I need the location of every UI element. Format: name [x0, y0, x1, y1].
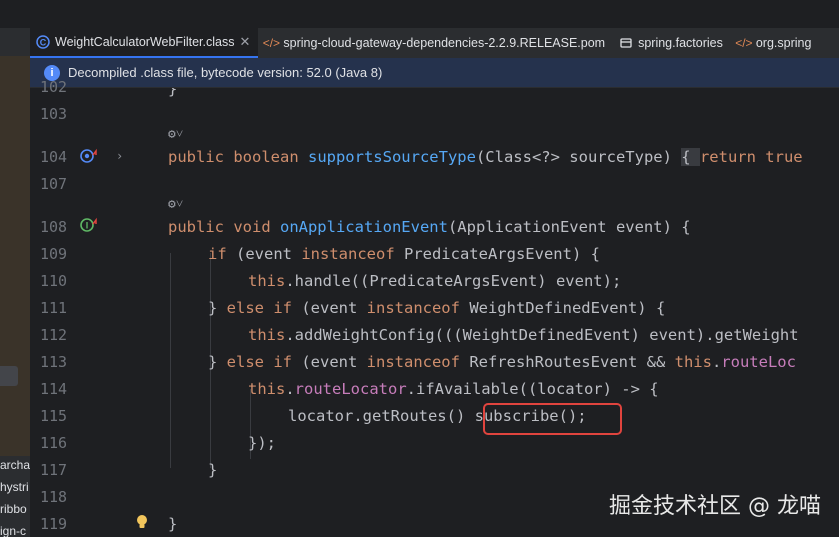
- line-number: 112: [40, 326, 68, 344]
- line-number: 117: [40, 461, 68, 479]
- line-number: 104: [40, 148, 68, 166]
- line-number: 111: [40, 299, 68, 317]
- tab-label: WeightCalculatorWebFilter.class: [55, 35, 235, 49]
- tab-label: spring.factories: [638, 36, 723, 50]
- tab-org-spring[interactable]: </> org.spring: [731, 28, 820, 58]
- tab-dependencies-pom[interactable]: </> spring-cloud-gateway-dependencies-2.…: [258, 28, 613, 58]
- xml-file-icon: </>: [735, 36, 753, 50]
- line-number: 115: [40, 407, 68, 425]
- code-line: }: [208, 461, 218, 479]
- tab-weight-calculator[interactable]: C WeightCalculatorWebFilter.class ✕: [30, 28, 259, 58]
- users-annotation-icon[interactable]: ⚙˅: [168, 126, 183, 142]
- title-bar: [30, 0, 839, 29]
- code-line: this.handle((PredicateArgsEvent) event);: [248, 272, 622, 290]
- tree-item[interactable]: archa: [0, 456, 30, 474]
- code-line: if (event instanceof PredicateArgsEvent)…: [208, 245, 600, 263]
- watermark: 掘金技术社区 @ 龙喵: [609, 494, 821, 519]
- overrides-method-icon[interactable]: [80, 148, 100, 164]
- tree-item[interactable]: hystri: [0, 478, 30, 496]
- code-line: this.routeLocator.ifAvailable((locator) …: [248, 380, 659, 398]
- users-annotation-icon[interactable]: ⚙˅: [168, 196, 183, 212]
- line-number: 107: [40, 175, 68, 193]
- code-line: public void onApplicationEvent(Applicati…: [168, 218, 691, 236]
- chevron-right-icon[interactable]: ›: [116, 149, 123, 163]
- spring-factories-icon: [619, 36, 633, 50]
- line-number: 110: [40, 272, 68, 290]
- xml-file-icon: </>: [262, 36, 281, 50]
- line-number: 116: [40, 434, 68, 452]
- tab-label: spring-cloud-gateway-dependencies-2.2.9.…: [283, 36, 606, 50]
- line-number: 118: [40, 488, 68, 506]
- banner-text: Decompiled .class file, bytecode version…: [68, 65, 383, 80]
- selected-tree-node[interactable]: [0, 366, 18, 386]
- code-editor[interactable]: } ⚙˅ public boolean supportsSourceType(C…: [130, 88, 839, 537]
- sidebar-panel: [0, 56, 30, 456]
- tab-label: org.spring: [755, 36, 812, 50]
- line-number: 119: [40, 515, 68, 533]
- code-line: }: [168, 515, 178, 533]
- code-line: }: [168, 88, 178, 98]
- project-tool-window: archa hystri ribbo ign-c: [0, 0, 30, 537]
- line-number: 109: [40, 245, 68, 263]
- sidebar-top: [0, 0, 30, 28]
- line-number: 102: [40, 78, 68, 96]
- code-line: public boolean supportsSourceType(Class<…: [168, 148, 803, 166]
- close-icon[interactable]: ✕: [239, 34, 250, 50]
- editor-tabs: C WeightCalculatorWebFilter.class ✕ </> …: [30, 28, 839, 58]
- line-number: 108: [40, 218, 68, 236]
- line-number: 113: [40, 353, 68, 371]
- tree-item[interactable]: ign-c: [0, 522, 30, 537]
- code-line: });: [248, 434, 276, 452]
- svg-text:C: C: [40, 38, 47, 48]
- code-line: this.addWeightConfig(((WeightDefinedEven…: [248, 326, 799, 344]
- code-line: } else if (event instanceof RefreshRoute…: [208, 353, 796, 371]
- line-number: 103: [40, 105, 68, 123]
- tree-item[interactable]: ribbo: [0, 500, 30, 518]
- indent-guide: [170, 253, 171, 468]
- tab-spring-factories[interactable]: spring.factories: [613, 28, 731, 58]
- decompiled-banner: i Decompiled .class file, bytecode versi…: [30, 58, 839, 88]
- implements-method-icon[interactable]: I: [80, 217, 100, 233]
- code-line: } else if (event instanceof WeightDefine…: [208, 299, 666, 317]
- svg-text:I: I: [86, 221, 89, 231]
- line-number: 114: [40, 380, 68, 398]
- red-highlight-box: [483, 403, 622, 435]
- class-file-icon: C: [36, 35, 50, 49]
